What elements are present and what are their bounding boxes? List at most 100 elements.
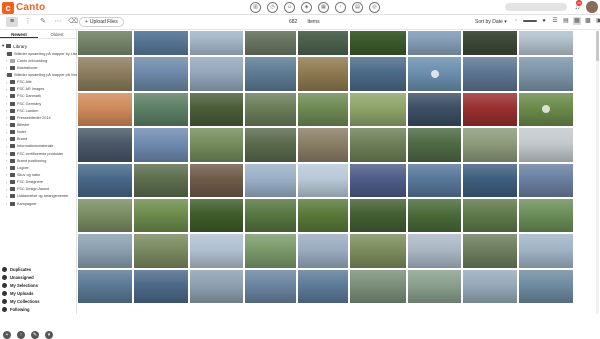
asset-thumbnail[interactable] [190, 92, 243, 127]
asset-thumbnail[interactable] [78, 57, 132, 91]
asset-thumbnail[interactable] [134, 92, 188, 127]
asset-thumbnail[interactable] [519, 199, 573, 233]
canto-logo[interactable]: c Canto [2, 1, 45, 14]
upload-files-button[interactable]: + Upload Files [79, 17, 124, 27]
asset-thumbnail[interactable] [408, 163, 461, 197]
asset-thumbnail[interactable] [350, 234, 406, 268]
sidebar-section[interactable]: Duplicates [2, 265, 40, 273]
asset-thumbnail[interactable] [463, 199, 517, 233]
asset-thumbnail[interactable] [350, 31, 406, 56]
clock-icon[interactable]: ◷ [267, 2, 278, 13]
asset-thumbnail[interactable] [463, 163, 517, 197]
sidebar-folder-item[interactable]: › Logoer [0, 164, 77, 171]
asset-thumbnail[interactable] [134, 199, 188, 233]
zoom-in-icon[interactable]: ● [540, 17, 548, 25]
asset-thumbnail[interactable] [190, 57, 243, 91]
chart-icon[interactable]: ▤ [352, 2, 363, 13]
user-avatar[interactable] [586, 1, 598, 13]
sidebar-folder-item[interactable]: › FSC Design Award [0, 186, 77, 193]
asset-thumbnail[interactable] [463, 269, 517, 304]
asset-thumbnail[interactable] [350, 199, 406, 233]
tree-root-library[interactable]: ▾ Library [2, 43, 27, 49]
sidebar-section[interactable]: My Collections [2, 297, 40, 305]
zoom-slider[interactable] [523, 20, 537, 22]
asset-thumbnail[interactable] [519, 163, 573, 197]
asset-thumbnail[interactable] [350, 128, 406, 162]
sidebar-section[interactable]: My Uploads [2, 289, 40, 297]
edit-icon[interactable]: ✎ [31, 331, 39, 339]
tag-icon[interactable]: ◈ [301, 2, 312, 13]
asset-thumbnail[interactable] [190, 163, 243, 197]
asset-thumbnail[interactable] [298, 163, 348, 197]
sidebar-folder-item[interactable]: › Skov og natur [0, 171, 77, 178]
asset-thumbnail[interactable] [350, 269, 406, 304]
asset-thumbnail[interactable] [298, 234, 348, 268]
asset-thumbnail[interactable] [78, 128, 132, 162]
sidebar-section[interactable]: My Selections [2, 281, 40, 289]
asset-thumbnail[interactable] [134, 31, 188, 56]
filter-icon[interactable]: ⋮ [23, 17, 33, 27]
asset-thumbnail[interactable] [463, 128, 517, 162]
select-icon[interactable]: ⋯ [53, 17, 63, 27]
grid-icon[interactable]: ▦ [318, 2, 329, 13]
mosaic-view-icon[interactable]: ▩ [584, 17, 592, 25]
sidebar-folder-item[interactable]: › FSC Germany [0, 100, 77, 107]
asset-thumbnail[interactable] [408, 57, 461, 91]
asset-thumbnail[interactable] [519, 234, 573, 268]
grid-view-icon[interactable]: ▦ [573, 17, 581, 25]
upload-icon[interactable]: ↑ [335, 2, 346, 13]
scrollbar-thumb[interactable] [596, 31, 599, 61]
asset-thumbnail[interactable] [245, 234, 296, 268]
sidebar-folder-item[interactable]: › FSC Landen [0, 107, 77, 114]
sidebar-folder-item[interactable]: › FSC Alle [0, 79, 77, 86]
asset-thumbnail[interactable] [408, 199, 461, 233]
sidebar-folder-item[interactable]: › Uddannelse og arrangementer [0, 193, 77, 200]
play-icon[interactable] [542, 105, 550, 114]
asset-thumbnail[interactable] [190, 128, 243, 162]
detail-view-icon[interactable]: ▤ [562, 17, 570, 25]
sidebar-folder-item[interactable]: › Brand positioning [0, 157, 77, 164]
asset-thumbnail[interactable] [190, 199, 243, 233]
asset-thumbnail[interactable] [134, 234, 188, 268]
asset-thumbnail[interactable] [463, 234, 517, 268]
edit-icon[interactable]: ✎ [38, 17, 48, 27]
sidebar-folder-item[interactable]: › FSC Designere [0, 179, 77, 186]
upload-icon[interactable]: ↑ [17, 331, 25, 339]
asset-thumbnail[interactable] [463, 92, 517, 127]
search-input[interactable] [505, 3, 567, 11]
sidebar-folder-item[interactable]: › FSC certificerede produkter [0, 150, 77, 157]
sort-dropdown[interactable]: Sort by Date ▾ [475, 19, 507, 25]
asset-thumbnail[interactable] [190, 269, 243, 304]
chevron-down-icon[interactable]: ▾ [45, 331, 53, 339]
sidebar-folder-item[interactable]: › FSC Danmark [0, 93, 77, 100]
asset-thumbnail[interactable] [519, 128, 573, 162]
asset-thumbnail[interactable] [78, 199, 132, 233]
sidebar-folder-item[interactable]: ›Billeder opsamling på mapper på Vee 111 [0, 71, 77, 78]
asset-thumbnail[interactable] [78, 269, 132, 304]
asset-thumbnail[interactable] [298, 269, 348, 304]
asset-thumbnail[interactable] [350, 92, 406, 127]
zoom-out-icon[interactable]: ◦ [512, 17, 520, 25]
trash-icon[interactable]: ⌫ [68, 17, 78, 27]
asset-thumbnail[interactable] [519, 57, 573, 91]
asset-thumbnail[interactable] [350, 57, 406, 91]
asset-thumbnail[interactable] [245, 163, 296, 197]
asset-thumbnail[interactable] [134, 57, 188, 91]
scrollbar[interactable] [596, 31, 599, 314]
asset-thumbnail[interactable] [519, 92, 573, 127]
asset-thumbnail[interactable] [245, 92, 296, 127]
map-view-icon[interactable]: ▣ [595, 17, 600, 25]
sidebar-folder-item[interactable]: › FSC AR Images [0, 86, 77, 93]
sidebar-toggle-button[interactable]: ≡ [6, 17, 18, 27]
play-icon[interactable] [430, 70, 439, 79]
asset-thumbnail[interactable] [408, 269, 461, 304]
asset-thumbnail[interactable] [463, 57, 517, 91]
asset-thumbnail[interactable] [245, 31, 296, 56]
asset-thumbnail[interactable] [298, 57, 348, 91]
asset-thumbnail[interactable] [190, 31, 243, 56]
asset-thumbnail[interactable] [350, 163, 406, 197]
asset-thumbnail[interactable] [463, 31, 517, 56]
sidebar-folder-item[interactable]: › Kampagner [0, 200, 77, 207]
asset-thumbnail[interactable] [408, 128, 461, 162]
sidebar-section[interactable]: Unassigned [2, 273, 40, 281]
